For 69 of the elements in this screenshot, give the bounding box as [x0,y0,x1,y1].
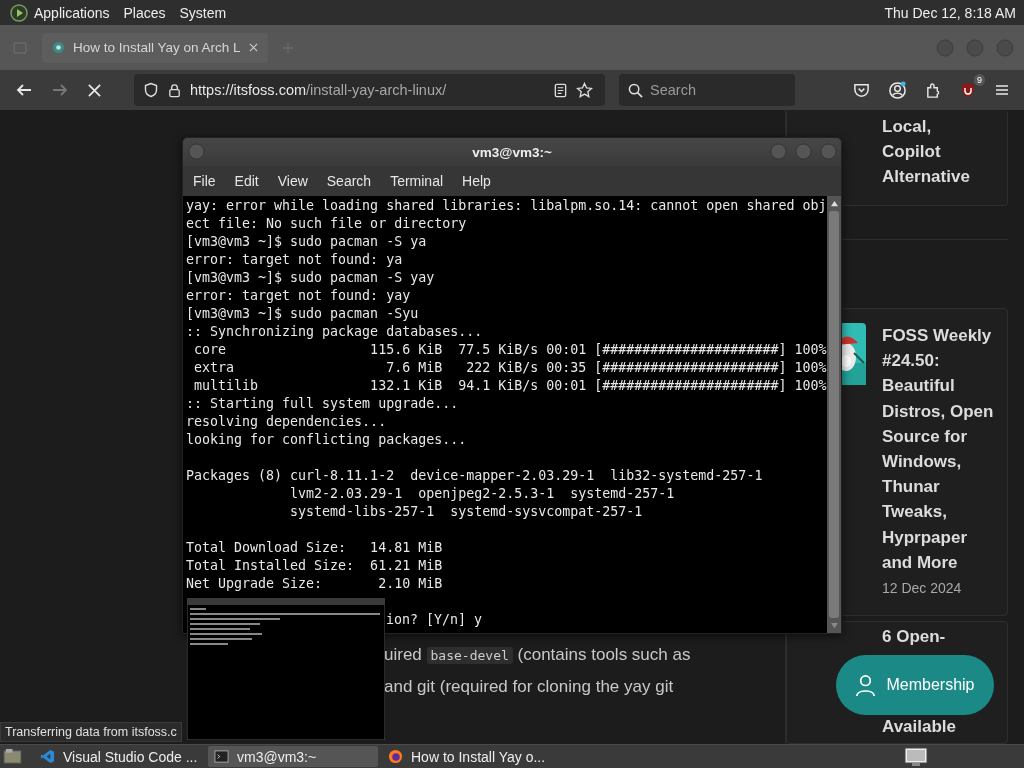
menu-icon[interactable] [994,82,1010,98]
terminal-line: ion? [Y/n] y [385,611,484,629]
terminal-line: [vm3@vm3 ~]$ sudo pacman -S ya [186,233,428,251]
stop-icon[interactable] [87,82,102,98]
show-desktop-icon[interactable] [3,748,22,765]
terminal-line: :: Starting full system upgrade... [186,395,460,413]
taskbar-item[interactable]: How to Install Yay o... [382,746,552,767]
shield-extension-icon[interactable] [960,82,976,98]
terminal-line: Net Upgrade Size: 2.10 MiB [186,575,444,593]
terminal-line: error: target not found: yay [186,287,412,305]
shield-icon[interactable] [143,82,159,98]
scrollbar[interactable] [827,196,841,633]
terminal-line: error: target not found: ya [186,251,404,269]
window-title: vm3@vm3:~ [472,144,552,160]
menu-item[interactable]: File [193,173,216,189]
terminal-line: multilib 132.1 KiB 94.1 KiB/s 00:01 [######################] 100% [193,377,827,395]
extensions-icon[interactable] [925,81,942,99]
site-icon [52,41,65,54]
browser-tab[interactable]: How to Install Yay on Arch L [42,32,268,63]
terminal-line: core 115.6 KiB 77.5 KiB/s 00:01 [######################] 100% [193,341,827,359]
browser-icon [388,749,403,764]
article-text: and git (required for cloning the yay git [384,676,675,698]
card-date: 12 Dec 2024 [882,579,963,598]
status-text: Transferring data from itsfoss.c [0,722,182,742]
article-text: uired base-devel (contains tools such as [384,644,691,666]
taskbar-item[interactable]: vm3@vm3:~ [208,746,378,767]
terminal-line: [vm3@vm3 ~]$ sudo pacman -Syu [186,305,420,323]
play-logo-icon[interactable] [10,3,28,22]
pocket-icon[interactable] [853,81,870,99]
terminal-line: extra 7.6 MiB 222 KiB/s 00:35 [######################] 100% [193,359,827,377]
monitor-icon[interactable] [904,746,928,767]
terminal-line: Total Download Size: 14.81 MiB [186,539,444,557]
star-icon[interactable] [576,81,593,99]
taskbar-item[interactable]: Visual Studio Code ... [34,746,204,767]
menu-item[interactable]: Terminal [390,173,444,189]
terminal-line: [vm3@vm3 ~]$ sudo pacman -S yay [186,269,436,287]
terminal-line: Packages (8) curl-8.11.1-2 device-mapper-2.03.29-1 lib32-systemd-257-1 [186,467,764,485]
person-icon [855,673,877,697]
panel-menu[interactable]: Places [123,4,166,21]
clock[interactable]: Thu Dec 12, 8:18 AM [884,4,1016,21]
card-title[interactable]: 6 Open- [882,624,982,650]
terminal-line: ect file: No such file or directory [186,215,468,233]
scroll-up-icon[interactable] [829,200,839,207]
close-icon[interactable] [248,43,258,52]
panel-menu[interactable]: Applications [34,4,110,21]
terminal-line: Total Installed Size: 61.21 MiB [186,557,444,575]
terminal-line: looking for conflicting packages... [186,431,468,449]
menu-item[interactable]: View [277,173,308,189]
terminal-line: :: Synchronizing package databases... [186,323,484,341]
menu-item[interactable]: Search [326,173,372,189]
terminal-icon [214,749,229,764]
search-field[interactable]: Search [619,74,795,106]
card-title[interactable]: Available [882,713,982,739]
menu-item[interactable]: Help [462,173,491,189]
lock-icon[interactable] [167,82,182,98]
terminal-line: yay: error while loading shared libraries: libalpm.so.14: cannot open shared obj [186,197,827,215]
terminal-line: lvm2-2.03.29-1 openjpeg2-2.5.3-1 systemd-257-1 [289,485,676,503]
code-editor-icon [40,749,55,764]
reader-view-icon[interactable] [553,82,568,98]
panel-menu[interactable]: System [179,4,227,21]
membership-button[interactable]: Membership [836,655,994,715]
account-icon[interactable] [888,80,907,100]
card-title[interactable]: FOSS Weekly #24.50: Beautiful Distros, Open Source for Windows, Thunar Tweaks, Hyprpaper and More [882,323,1001,576]
search-icon [628,83,643,98]
terminal-line: resolving dependencies... [186,413,388,431]
menu-item[interactable]: Edit [234,173,259,189]
count-badge: 9 [974,74,985,86]
terminal-line: systemd-libs-257-1 systemd-sysvcompat-257-1 [289,503,644,521]
address-field[interactable]: https://itsfoss.com/install-yay-arch-linux/ [134,74,605,106]
